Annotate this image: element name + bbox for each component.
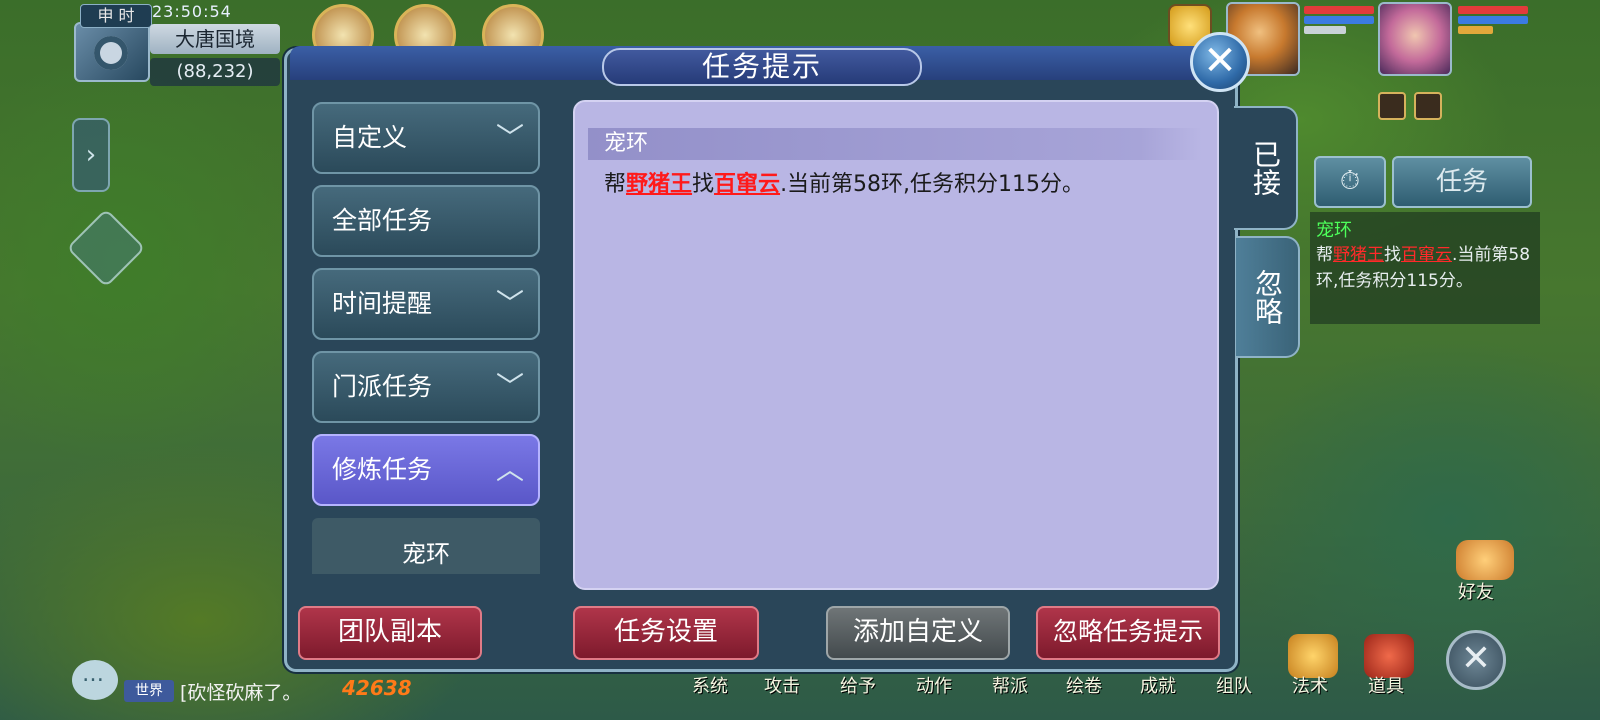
task-detail-title: 宠环: [588, 128, 1202, 160]
player-portrait[interactable]: [74, 22, 150, 82]
chevron-right-icon: ›: [85, 140, 97, 170]
task-tracker-tab[interactable]: 任务: [1392, 156, 1532, 208]
menu-label: 修炼任务: [332, 455, 433, 484]
menu-label: 全部任务: [332, 206, 433, 235]
pet-status-bars: [1304, 6, 1374, 36]
chat-icon[interactable]: [72, 660, 118, 700]
npc-link[interactable]: 百窜云: [714, 172, 780, 197]
character-portrait[interactable]: [1378, 2, 1452, 76]
chevron-down-icon: ﹀: [495, 121, 524, 154]
chevron-up-icon: ︿: [495, 453, 524, 486]
tracker-task-name: 宠环: [1316, 220, 1352, 241]
chat-channel-tag: 世界: [124, 680, 174, 702]
task-settings-button[interactable]: 任务设置: [573, 606, 759, 660]
tracker-task-text: 帮野猪王找百窜云.当前第58环,任务积分115分。: [1316, 245, 1531, 291]
time-badge: 申 时: [80, 4, 152, 28]
collapse-menu-button[interactable]: ✕: [1446, 630, 1506, 690]
expand-icon[interactable]: [66, 208, 146, 288]
chevron-down-icon: ﹀: [495, 287, 524, 320]
menu-scroll[interactable]: 绘卷: [1066, 672, 1102, 698]
menu-items[interactable]: 道具: [1368, 672, 1404, 698]
menu-all-tasks[interactable]: 全部任务: [312, 185, 540, 257]
menu-spell[interactable]: 法术: [1292, 672, 1328, 698]
menu-cultivation-tasks[interactable]: 修炼任务 ︿: [312, 434, 540, 506]
submenu-item-pet-ring[interactable]: 宠环: [312, 518, 540, 574]
menu-sect-tasks[interactable]: 门派任务 ﹀: [312, 351, 540, 423]
menu-label: 时间提醒: [332, 289, 433, 318]
friends-label[interactable]: 好友: [1458, 578, 1494, 604]
task-detail-text: 帮野猪王找百窜云.当前第58环,任务积分115分。: [604, 172, 1085, 197]
chevron-down-icon: ﹀: [495, 370, 524, 403]
buff-icon[interactable]: [1414, 92, 1442, 120]
menu-team[interactable]: 组队: [1216, 672, 1252, 698]
menu-label: 门派任务: [332, 372, 433, 401]
ignore-prompt-button[interactable]: 忽略任务提示: [1036, 606, 1220, 660]
clock: 23:50:54: [152, 2, 232, 21]
add-custom-button[interactable]: 添加自定义: [826, 606, 1010, 660]
map-name[interactable]: 大唐国境: [150, 24, 280, 54]
task-tracker[interactable]: 宠环 帮野猪王找百窜云.当前第58环,任务积分115分。: [1310, 212, 1540, 324]
tab-ignored[interactable]: 忽略: [1236, 236, 1300, 358]
npc-link[interactable]: 百窜云: [1401, 245, 1452, 265]
menu-label: 自定义: [332, 123, 408, 152]
menu-attack[interactable]: 攻击: [764, 672, 800, 698]
npc-link[interactable]: 野猪王: [626, 172, 692, 197]
menu-action[interactable]: 动作: [916, 672, 952, 698]
side-panel-toggle[interactable]: ›: [72, 118, 110, 192]
buff-icon[interactable]: [1378, 92, 1406, 120]
menu-custom[interactable]: 自定义 ﹀: [312, 102, 540, 174]
npc-link[interactable]: 野猪王: [1333, 245, 1384, 265]
menu-time-reminder[interactable]: 时间提醒 ﹀: [312, 268, 540, 340]
chat-score: 42638: [342, 676, 412, 700]
menu-system[interactable]: 系统: [692, 672, 728, 698]
friends-icon[interactable]: [1456, 540, 1514, 580]
character-status-bars: [1458, 6, 1528, 36]
menu-give[interactable]: 给予: [840, 672, 876, 698]
menu-guild[interactable]: 帮派: [992, 672, 1028, 698]
chat-message[interactable]: [砍怪砍麻了。: [180, 678, 301, 705]
timer-icon[interactable]: ⏱: [1314, 156, 1386, 208]
dialog-title: 任务提示: [602, 48, 922, 86]
team-dungeon-button[interactable]: 团队副本: [298, 606, 482, 660]
map-coordinates: (88,232): [150, 58, 280, 86]
close-button[interactable]: ✕: [1190, 32, 1250, 92]
menu-achievement[interactable]: 成就: [1140, 672, 1176, 698]
tab-accepted[interactable]: 已接: [1234, 106, 1298, 230]
